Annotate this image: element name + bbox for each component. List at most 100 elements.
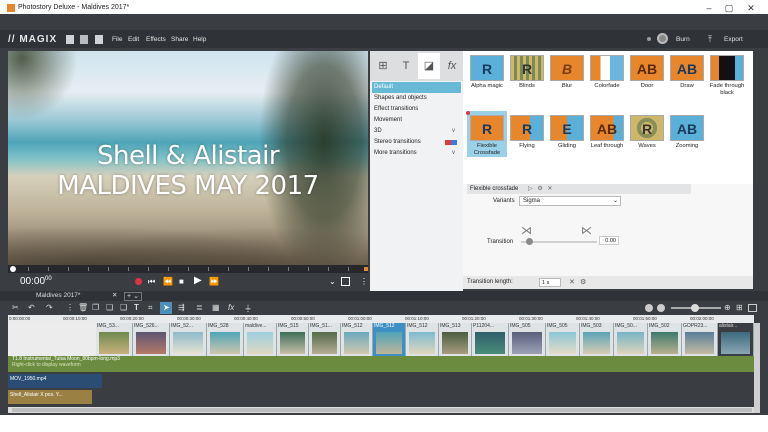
more-options-icon[interactable]: ⋮ <box>360 277 368 287</box>
transition-gliding[interactable]: E Gliding <box>547 115 587 150</box>
redo-icon[interactable]: ↷ <box>46 303 53 312</box>
audio-track-clip[interactable]: T1.8 Instrumental_Tulsa Moon_80bpm-long.… <box>8 356 754 372</box>
fullscreen-icon[interactable] <box>341 277 350 286</box>
close-tab-icon[interactable]: ✕ <box>112 291 117 301</box>
menu-effects[interactable]: Effects <box>146 36 166 43</box>
video-clip-2[interactable]: MOV_1950.mp4 <box>8 374 102 388</box>
undo-icon[interactable]: ↶ <box>28 303 35 312</box>
menu-edit[interactable]: Edit <box>128 36 139 43</box>
timeline-clip[interactable]: IMG_515 <box>277 323 309 356</box>
apply-all-icon[interactable]: ⚙ <box>580 278 586 286</box>
transition-fade-through-black[interactable]: Fade through black <box>707 55 747 97</box>
minimize-button[interactable]: – <box>702 2 716 14</box>
timeline-clip[interactable]: IMG_503 <box>580 323 614 356</box>
menu-share[interactable]: Share <box>171 36 188 43</box>
transition-colorfade[interactable]: Colorfade <box>587 55 627 90</box>
paste-icon[interactable]: ❏ <box>106 303 113 312</box>
crop-icon[interactable]: ⌗ <box>148 303 153 313</box>
vertical-scrollbar[interactable] <box>754 323 760 413</box>
fast-forward-icon[interactable]: ⏩ <box>209 277 219 287</box>
video-preview[interactable]: Shell & Alistair MALDIVES MAY 2017 <box>8 51 368 279</box>
timeline-clip[interactable]: IMG_505 <box>509 323 546 356</box>
zoom-out-icon[interactable] <box>645 304 653 312</box>
storyboard-icon[interactable]: ▦ <box>212 303 220 312</box>
transition-slider-handle[interactable] <box>525 238 533 245</box>
fit-icon[interactable]: ⊞ <box>736 303 743 312</box>
timeline-clip[interactable]: IMG_528 <box>207 323 244 356</box>
record-button[interactable] <box>135 278 142 285</box>
category-more[interactable]: More transitions v <box>372 148 461 159</box>
timeline-clip[interactable]: IMG_502 <box>648 323 682 356</box>
chevron-down-icon[interactable]: ⌄ <box>329 277 336 287</box>
variants-select[interactable]: Sigma ⌄ <box>519 196 621 206</box>
timeline-clip[interactable]: IMG_513 <box>439 323 472 356</box>
reset-icon[interactable]: ✕ <box>569 278 575 286</box>
transition-door[interactable]: AB Door <box>627 55 667 90</box>
timeline-clip[interactable]: IMG_50... <box>614 323 648 356</box>
paste-icon-2[interactable]: ❑ <box>120 303 127 312</box>
play-icon[interactable]: ▶ <box>194 276 202 286</box>
fx-icon[interactable]: fx <box>228 303 234 312</box>
close-button[interactable]: ✕ <box>744 2 758 14</box>
timeline-ruler[interactable]: 0:00:00:00 00:00:10:00 00:00:20:00 00:00… <box>8 315 754 323</box>
close-icon[interactable]: ✕ <box>547 186 552 192</box>
zoom-slider[interactable] <box>671 304 721 312</box>
tab-text-icon[interactable]: T <box>395 53 417 79</box>
transition-leaf-through[interactable]: AB Leaf through <box>587 115 627 150</box>
text-icon[interactable]: T <box>134 303 139 312</box>
timeline-clip[interactable]: IMG_53... <box>96 323 133 356</box>
save-icon[interactable] <box>95 35 103 44</box>
tab-fx-icon[interactable]: fx <box>441 53 463 79</box>
add-tab-button[interactable]: + ⌄ <box>124 292 142 301</box>
menu-help[interactable]: Help <box>193 36 206 43</box>
timeline-clip[interactable]: IMG_52... <box>170 323 207 356</box>
audio-mix-icon[interactable]: ⏚ <box>244 303 252 314</box>
category-3d[interactable]: 3D v <box>372 126 461 137</box>
new-file-icon[interactable] <box>66 35 74 44</box>
split-icon[interactable]: ⋮ <box>66 303 74 312</box>
tab-grid-icon[interactable]: ⊞ <box>372 53 394 79</box>
zoom-slider-handle[interactable] <box>691 304 699 312</box>
scrubber-handle[interactable] <box>10 266 16 272</box>
title-clip[interactable]: Shell_Alistair X pos. Y... <box>8 390 92 404</box>
scrollbar-thumb[interactable] <box>12 408 752 412</box>
transition-blinds[interactable]: R Blinds <box>507 55 547 90</box>
settings-icon[interactable]: ⚙ <box>537 186 542 192</box>
open-folder-icon[interactable] <box>80 35 88 44</box>
category-shapes[interactable]: Shapes and objects <box>372 93 461 104</box>
category-effect-transitions[interactable]: Effect transitions <box>372 104 461 115</box>
transition-blur[interactable]: B Blur <box>547 55 587 90</box>
maximize-button[interactable]: ▢ <box>722 2 736 14</box>
play-preview-icon[interactable]: ▷ <box>528 186 533 192</box>
timeline-clip-selected[interactable]: IMG_512 <box>373 323 406 356</box>
timeline-clip[interactable]: P11204... <box>472 323 509 356</box>
transition-slider[interactable] <box>521 238 597 245</box>
transition-flying[interactable]: R Flying <box>507 115 547 150</box>
category-default[interactable]: Default <box>372 82 461 93</box>
preview-scrubber[interactable] <box>8 265 368 273</box>
transition-value-field[interactable]: 0.00 <box>599 236 619 245</box>
timeline-clip[interactable]: IMG_505 <box>546 323 580 356</box>
copy-icon[interactable]: ❐ <box>92 303 99 312</box>
zoom-minus-icon[interactable] <box>657 304 665 312</box>
timeline-clip[interactable]: alistair... <box>718 323 754 356</box>
category-movement[interactable]: Movement <box>372 115 461 126</box>
layout-icon[interactable] <box>748 304 757 312</box>
timeline-clip[interactable]: IMG_512 <box>406 323 439 356</box>
zoom-in-icon[interactable]: ⊕ <box>724 303 731 312</box>
timeline-clip[interactable]: IMG_526... <box>133 323 170 356</box>
menu-file[interactable]: File <box>112 36 122 43</box>
to-start-icon[interactable]: ⏮ <box>148 277 155 287</box>
timeline-clip[interactable]: GOPR23... <box>682 323 718 356</box>
project-tab[interactable]: Maldives 2017* ✕ <box>14 291 124 301</box>
transition-alpha-magic[interactable]: R Alpha magic <box>467 55 507 90</box>
transition-zooming[interactable]: AB Zooming <box>667 115 707 150</box>
rewind-icon[interactable]: ⏪ <box>163 277 173 287</box>
tab-transitions-icon[interactable]: ◪ <box>418 53 440 79</box>
transition-draw[interactable]: AB Draw <box>667 55 707 90</box>
transition-flexible-crossfade[interactable]: R Flexible Crossfade <box>466 111 507 157</box>
align-icon[interactable]: ≣ <box>196 303 203 312</box>
stop-icon[interactable]: ■ <box>179 277 184 287</box>
cut-icon[interactable]: ✂ <box>12 303 19 312</box>
delete-icon[interactable]: 🗑 <box>78 303 88 312</box>
